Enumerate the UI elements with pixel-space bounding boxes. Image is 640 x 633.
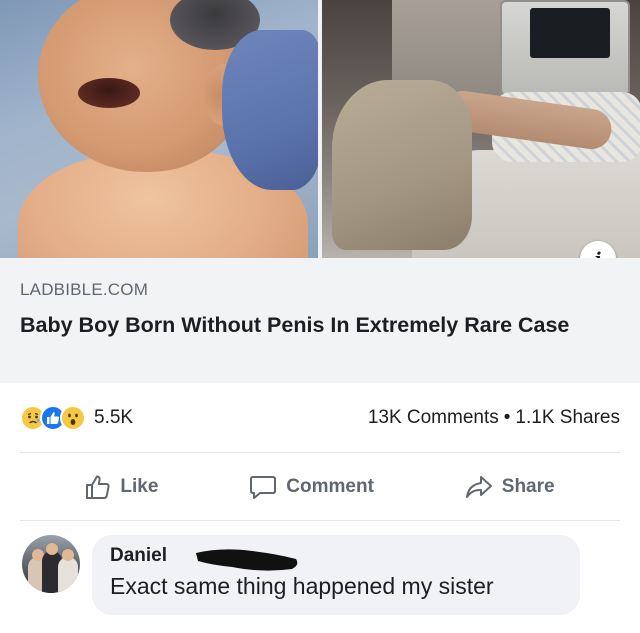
- reactions-left[interactable]: 5.5K: [20, 405, 133, 431]
- link-title[interactable]: Baby Boy Born Without Penis In Extremely…: [20, 310, 620, 341]
- reactions-summary: 5.5K 13K Comments • 1.1K Shares: [0, 396, 640, 440]
- comment: Daniel Exact same thing happened my sist…: [22, 535, 622, 625]
- divider: [20, 520, 620, 521]
- separator-dot: •: [503, 407, 511, 428]
- comment-text: Exact same thing happened my sister: [110, 573, 494, 599]
- comment-bubble[interactable]: Daniel Exact same thing happened my sist…: [92, 535, 580, 615]
- comment-label: Comment: [286, 476, 374, 497]
- link-preview-images[interactable]: [0, 0, 640, 258]
- hospital-bed-image: [322, 0, 640, 258]
- thumbs-up-icon: [86, 475, 110, 499]
- link-domain: LADBIBLE.COM: [20, 280, 149, 299]
- comment-button[interactable]: Comment: [249, 474, 374, 500]
- shares-count[interactable]: 1.1K Shares: [515, 407, 620, 428]
- action-bar: Like Comment Share: [0, 465, 640, 509]
- divider: [20, 452, 620, 453]
- share-arrow-icon: [465, 476, 492, 498]
- like-label: Like: [120, 476, 159, 497]
- link-caption[interactable]: LADBIBLE.COM Baby Boy Born Without Penis…: [0, 258, 640, 383]
- share-label: Share: [501, 476, 555, 497]
- redaction-scribble: [196, 549, 298, 571]
- like-button[interactable]: Like: [85, 474, 158, 500]
- reaction-icons[interactable]: [20, 405, 86, 431]
- wow-reaction-icon: [60, 405, 86, 431]
- comment-author[interactable]: Daniel: [110, 545, 167, 567]
- reaction-count: 5.5K: [94, 407, 134, 428]
- comments-count[interactable]: 13K Comments: [368, 407, 499, 428]
- engagement-counts: 13K Comments • 1.1K Shares: [368, 407, 620, 429]
- newborn-baby-image: [0, 0, 318, 258]
- speech-bubble-icon: [250, 476, 277, 499]
- share-button[interactable]: Share: [465, 474, 555, 500]
- avatar[interactable]: [22, 535, 80, 593]
